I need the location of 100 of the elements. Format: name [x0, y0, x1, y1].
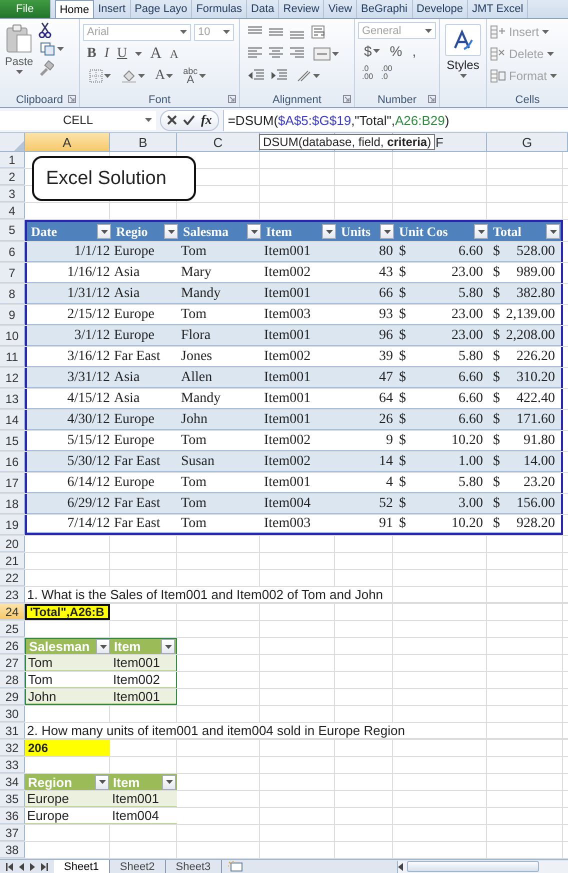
copy-icon[interactable]	[40, 42, 56, 56]
answer-cell[interactable]: 206	[25, 740, 110, 756]
row-number[interactable]: 8	[0, 284, 25, 304]
filter-button[interactable]	[161, 639, 175, 654]
first-sheet-icon[interactable]	[6, 862, 13, 870]
dialog-launcher-icon[interactable]	[228, 95, 236, 103]
filter-button[interactable]	[164, 224, 178, 239]
row-number[interactable]: 36	[0, 808, 25, 824]
row-number[interactable]: 33	[0, 757, 25, 773]
previous-sheet-icon[interactable]	[19, 862, 24, 870]
ribbon-tab[interactable]: View	[324, 0, 358, 18]
cancel-icon[interactable]	[167, 115, 177, 125]
column-header[interactable]: B	[110, 133, 177, 151]
row-number[interactable]: 2	[0, 169, 25, 185]
row-number[interactable]: 14	[0, 410, 25, 430]
row-number[interactable]: 9	[0, 305, 25, 325]
orientation-icon[interactable]	[296, 69, 312, 83]
row-number[interactable]: 37	[0, 825, 25, 841]
filter-button[interactable]	[95, 774, 109, 790]
filter-button[interactable]	[474, 224, 488, 239]
font-color-button[interactable]: A	[155, 68, 166, 84]
scissors-icon[interactable]	[38, 22, 52, 38]
filter-button[interactable]	[322, 224, 336, 239]
insert-sheet-icon[interactable]	[228, 861, 244, 872]
row-number[interactable]: 34	[0, 774, 25, 790]
row-number[interactable]: 17	[0, 473, 25, 493]
paste-button[interactable]: Paste	[3, 22, 36, 92]
percent-button[interactable]: %	[390, 43, 402, 59]
row-number[interactable]: 22	[0, 570, 25, 586]
row-number[interactable]: 20	[0, 536, 25, 552]
dialog-launcher-icon[interactable]	[428, 95, 436, 103]
sheet-tab[interactable]: Sheet2	[110, 860, 166, 873]
filter-button[interactable]	[162, 774, 176, 790]
scroll-left-icon[interactable]	[398, 862, 403, 870]
column-header[interactable]: G	[487, 133, 568, 151]
decrease-decimal-button[interactable]: .00 .0	[381, 65, 392, 81]
grow-font-button[interactable]: A	[150, 45, 162, 63]
row-number[interactable]: 5	[0, 220, 25, 241]
ribbon-tab[interactable]: Insert	[94, 0, 131, 18]
comma-button[interactable]: ,	[412, 43, 416, 59]
scrollbar-thumb[interactable]	[407, 861, 539, 872]
row-number[interactable]: 12	[0, 368, 25, 388]
currency-button[interactable]: $	[364, 43, 372, 59]
filter-button[interactable]	[97, 224, 111, 239]
next-sheet-icon[interactable]	[30, 862, 35, 870]
row-number[interactable]: 6	[0, 242, 25, 262]
bold-button[interactable]: B	[87, 46, 96, 62]
sheet-tab[interactable]: Sheet1	[54, 860, 110, 873]
file-menu-tab[interactable]: File	[0, 0, 51, 18]
fill-bucket-icon[interactable]	[121, 69, 137, 83]
increase-decimal-button[interactable]: .0 .00	[362, 65, 374, 81]
row-number[interactable]: 31	[0, 723, 25, 739]
insert-function-button[interactable]: fx	[201, 112, 212, 128]
row-number[interactable]: 21	[0, 553, 25, 569]
italic-button[interactable]: I	[104, 46, 110, 62]
row-number[interactable]: 11	[0, 347, 25, 367]
row-number[interactable]: 32	[0, 740, 25, 756]
row-number[interactable]: 7	[0, 263, 25, 283]
dialog-launcher-icon[interactable]	[68, 95, 76, 103]
horizontal-scrollbar[interactable]	[397, 860, 568, 872]
row-number[interactable]: 35	[0, 791, 25, 807]
row-number[interactable]: 19	[0, 515, 25, 535]
ribbon-tab[interactable]: Formulas	[192, 0, 248, 18]
column-header[interactable]: A	[25, 133, 110, 151]
styles-button[interactable]: Styles	[443, 22, 483, 107]
ribbon-tab[interactable]: Develope	[412, 0, 468, 18]
dialog-launcher-icon[interactable]	[343, 95, 351, 103]
row-number[interactable]: 1	[0, 152, 25, 168]
shrink-font-button[interactable]: A	[170, 46, 178, 62]
name-box[interactable]: CELL	[0, 110, 156, 130]
row-number[interactable]: 18	[0, 494, 25, 514]
ribbon-tab[interactable]: Home	[54, 0, 94, 18]
sheet-tab[interactable]: Sheet3	[166, 860, 222, 873]
row-number[interactable]: 25	[0, 621, 25, 637]
merge-cells-icon[interactable]	[313, 47, 331, 61]
ribbon-tab[interactable]: JMT Excel	[468, 0, 528, 18]
last-sheet-icon[interactable]	[41, 862, 48, 870]
row-number[interactable]: 28	[0, 672, 25, 688]
formula-field[interactable]: =DSUM($A$5:$G$19,"Total",A26:B29)	[222, 110, 568, 130]
checkmark-icon[interactable]	[183, 115, 195, 125]
row-number[interactable]: 10	[0, 326, 25, 346]
ribbon-tab[interactable]: Data	[247, 0, 280, 18]
answer-cell[interactable]: 'Total",A26:B	[25, 604, 110, 620]
row-number[interactable]: 29	[0, 689, 25, 705]
row-number[interactable]: 38	[0, 842, 25, 858]
row-number[interactable]: 16	[0, 452, 25, 472]
filter-button[interactable]	[96, 639, 110, 654]
filter-button[interactable]	[546, 224, 560, 239]
row-number[interactable]: 15	[0, 431, 25, 451]
borders-icon[interactable]	[89, 69, 103, 83]
ribbon-tab[interactable]: BeGraphi	[357, 0, 413, 18]
row-number[interactable]: 4	[0, 203, 25, 219]
row-number[interactable]: 24	[0, 604, 25, 620]
row-number[interactable]: 27	[0, 655, 25, 671]
filter-button[interactable]	[247, 224, 261, 239]
row-number[interactable]: 30	[0, 706, 25, 722]
underline-button[interactable]: U	[117, 46, 128, 62]
row-number[interactable]: 3	[0, 186, 25, 202]
row-number[interactable]: 13	[0, 389, 25, 409]
ribbon-tab[interactable]: Review	[279, 0, 324, 18]
